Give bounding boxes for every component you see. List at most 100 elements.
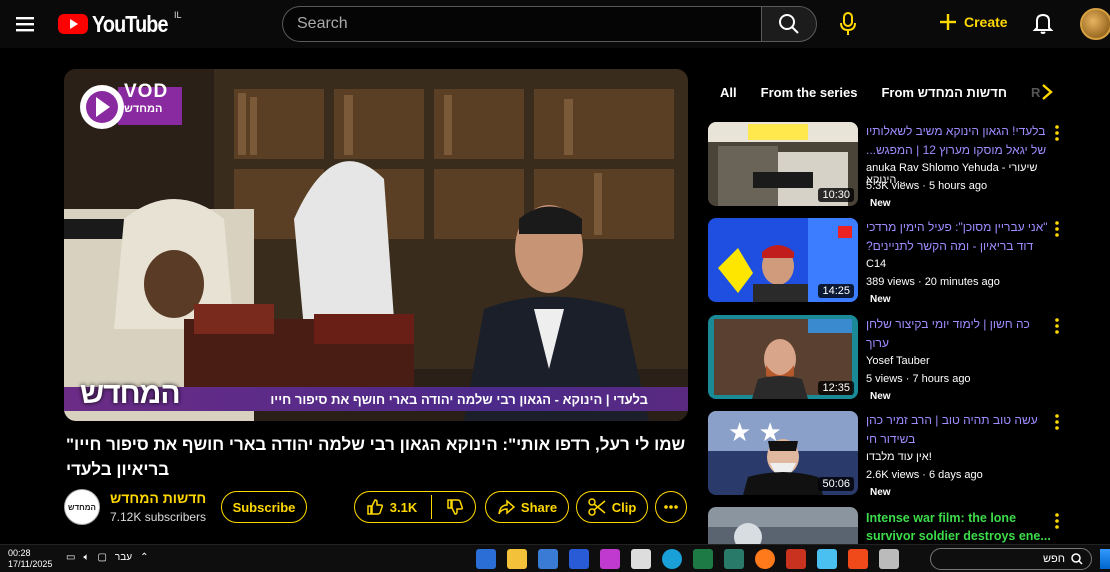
word-icon[interactable] [569, 549, 589, 569]
account-avatar[interactable] [1080, 8, 1110, 40]
recommendation-channel[interactable]: C14 [866, 258, 886, 270]
windows-taskbar: 00:28 17/11/2025 ▭ 🔈︎ ▢ עבר ⌃ חפש [0, 544, 1110, 572]
share-label: Share [520, 499, 558, 515]
recommendation-channel[interactable]: Yosef Tauber [866, 355, 930, 367]
more-vertical-icon[interactable] [1054, 512, 1060, 530]
video-duration: 12:35 [818, 381, 854, 395]
chip-all[interactable]: All [720, 85, 737, 100]
system-tray: ▭ 🔈︎ ▢ עבר ⌃ [66, 552, 148, 563]
more-horizontal-icon [664, 505, 678, 509]
like-count: 3.1K [389, 499, 418, 515]
recommendation-title: עשה טוב תהיה טוב | הרב זמיר כהן בשידור חי [866, 413, 1038, 446]
logo-text: YouTube [92, 10, 169, 37]
video-duration: 14:25 [818, 284, 854, 298]
filter-chips: All From the series From חדשות המחדש R [710, 80, 1070, 104]
store-icon[interactable] [631, 549, 651, 569]
recommendation-meta: 2.6K views · 6 days ago [866, 469, 983, 481]
clip-button[interactable]: Clip [576, 491, 648, 523]
search-input[interactable]: Search [282, 6, 762, 42]
taskbar-search-text: חפש [1043, 553, 1065, 565]
display-icon[interactable]: ▢ [97, 552, 106, 563]
microphone-icon [840, 12, 856, 35]
more-vertical-icon[interactable] [1054, 220, 1060, 238]
app-icon[interactable] [724, 549, 744, 569]
more-vertical-icon[interactable] [1054, 317, 1060, 335]
scissors-icon [587, 498, 606, 516]
new-badge: New [870, 198, 891, 209]
video-duration: 50:06 [818, 477, 854, 491]
recommendation-title: כה חשון | לימוד יומי בקיצור שלחן ערוך [866, 317, 1030, 350]
create-button[interactable]: Create [938, 12, 1008, 32]
taskbar-search[interactable]: חפש [930, 548, 1092, 570]
recommendation-meta: 389 views · 20 minutes ago [866, 276, 1000, 288]
recommendation-title: Intense war film: the lone survivor soldi… [866, 511, 1051, 543]
brave-icon[interactable] [848, 549, 868, 569]
ticker-logo: המחדש [80, 377, 181, 410]
recommendation-title: בלעדי! הגאון הינוקא משיב לשאלותיו של יגאל… [866, 124, 1047, 157]
recommendation-item[interactable]: 10:30 בלעדי! הגאון הינוקא משיב לשאלותיו ש… [708, 122, 1078, 210]
video-thumbnail[interactable]: 14:25 [708, 218, 858, 302]
volume-icon[interactable]: 🔈︎ [83, 552, 89, 563]
more-vertical-icon[interactable] [1054, 124, 1060, 142]
bell-icon [1032, 13, 1054, 34]
recommendation-meta: 5 views · 7 hours ago [866, 373, 971, 385]
clock[interactable]: 00:28 17/11/2025 [8, 548, 52, 570]
video-title: שמו לי רעל, רדפו אותי": הינוקא הגאון רבי… [66, 435, 686, 479]
thumbs-down-icon[interactable] [446, 498, 464, 516]
top-bar: YouTube IL Search Create [0, 0, 1110, 48]
app-icon[interactable] [476, 549, 496, 569]
search-icon [1071, 553, 1083, 565]
chip-from-channel[interactable]: From חדשות המחדש [881, 85, 1007, 100]
firefox-icon[interactable] [755, 549, 775, 569]
create-label: Create [964, 14, 1008, 30]
search-button[interactable] [761, 6, 817, 42]
menu-icon[interactable] [12, 10, 40, 38]
video-thumbnail[interactable] [708, 507, 858, 544]
show-desktop[interactable] [1100, 549, 1110, 569]
powerpoint-icon[interactable] [786, 549, 806, 569]
recommendation-meta: 5.3K views · 5 hours ago [866, 180, 988, 192]
language-indicator[interactable]: עבר [115, 552, 132, 563]
logo-region: IL [174, 10, 182, 20]
battery-icon[interactable]: ▭ [66, 552, 75, 563]
clip-label: Clip [611, 499, 637, 515]
app-icon[interactable] [538, 549, 558, 569]
like-button[interactable]: 3.1K [366, 498, 417, 516]
chip-from-series[interactable]: From the series [761, 85, 858, 100]
video-thumbnail[interactable]: 10:30 [708, 122, 858, 206]
more-actions-button[interactable] [655, 491, 687, 523]
app-icon[interactable] [600, 549, 620, 569]
recommendation-channel[interactable]: אין עוד מלבדו! [866, 451, 932, 463]
new-badge: New [870, 487, 891, 498]
recommendation-item[interactable]: 14:25 "אני עבריין מסוכן": פעיל הימין מרד… [708, 218, 1078, 306]
pinned-apps [476, 549, 899, 569]
video-player[interactable]: VOD המחדש בלעדי | הינוקא - הגאון רבי שלמ… [64, 69, 688, 421]
chevron-up-icon[interactable]: ⌃ [140, 552, 148, 563]
subscriber-count: 7.12K subscribers [110, 510, 207, 524]
excel-icon[interactable] [693, 549, 713, 569]
chevron-right-icon[interactable] [1040, 83, 1054, 101]
channel-name[interactable]: חדשות המחדש [110, 490, 206, 506]
subscribe-button[interactable]: Subscribe [221, 491, 307, 523]
share-button[interactable]: Share [485, 491, 569, 523]
notifications-button[interactable] [1032, 11, 1054, 40]
mic-button[interactable] [838, 12, 858, 41]
recommendation-item[interactable]: 12:35 כה חשון | לימוד יומי בקיצור שלחן ער… [708, 315, 1078, 403]
more-vertical-icon[interactable] [1054, 413, 1060, 431]
recommendation-item[interactable]: ★ ★ 50:06 עשה טוב תהיה טוב | הרב זמיר כה… [708, 411, 1078, 499]
edge-icon[interactable] [662, 549, 682, 569]
video-duration: 10:30 [818, 188, 854, 202]
like-divider [431, 495, 433, 519]
file-explorer-icon[interactable] [507, 549, 527, 569]
recommendation-item[interactable]: Intense war film: the lone survivor soldi… [708, 507, 1078, 544]
app-icon[interactable] [879, 549, 899, 569]
recommendation-title: "אני עבריין מסוכן": פעיל הימין מרדכי דוד … [866, 220, 1048, 253]
video-thumbnail[interactable]: ★ ★ 50:06 [708, 411, 858, 495]
plus-icon [940, 14, 956, 30]
youtube-logo[interactable]: YouTube IL [58, 10, 182, 37]
app-icon[interactable] [817, 549, 837, 569]
chip-related[interactable]: R [1031, 85, 1040, 100]
share-icon [498, 499, 515, 515]
channel-avatar[interactable]: המחדש [64, 489, 100, 525]
video-thumbnail[interactable]: 12:35 [708, 315, 858, 399]
